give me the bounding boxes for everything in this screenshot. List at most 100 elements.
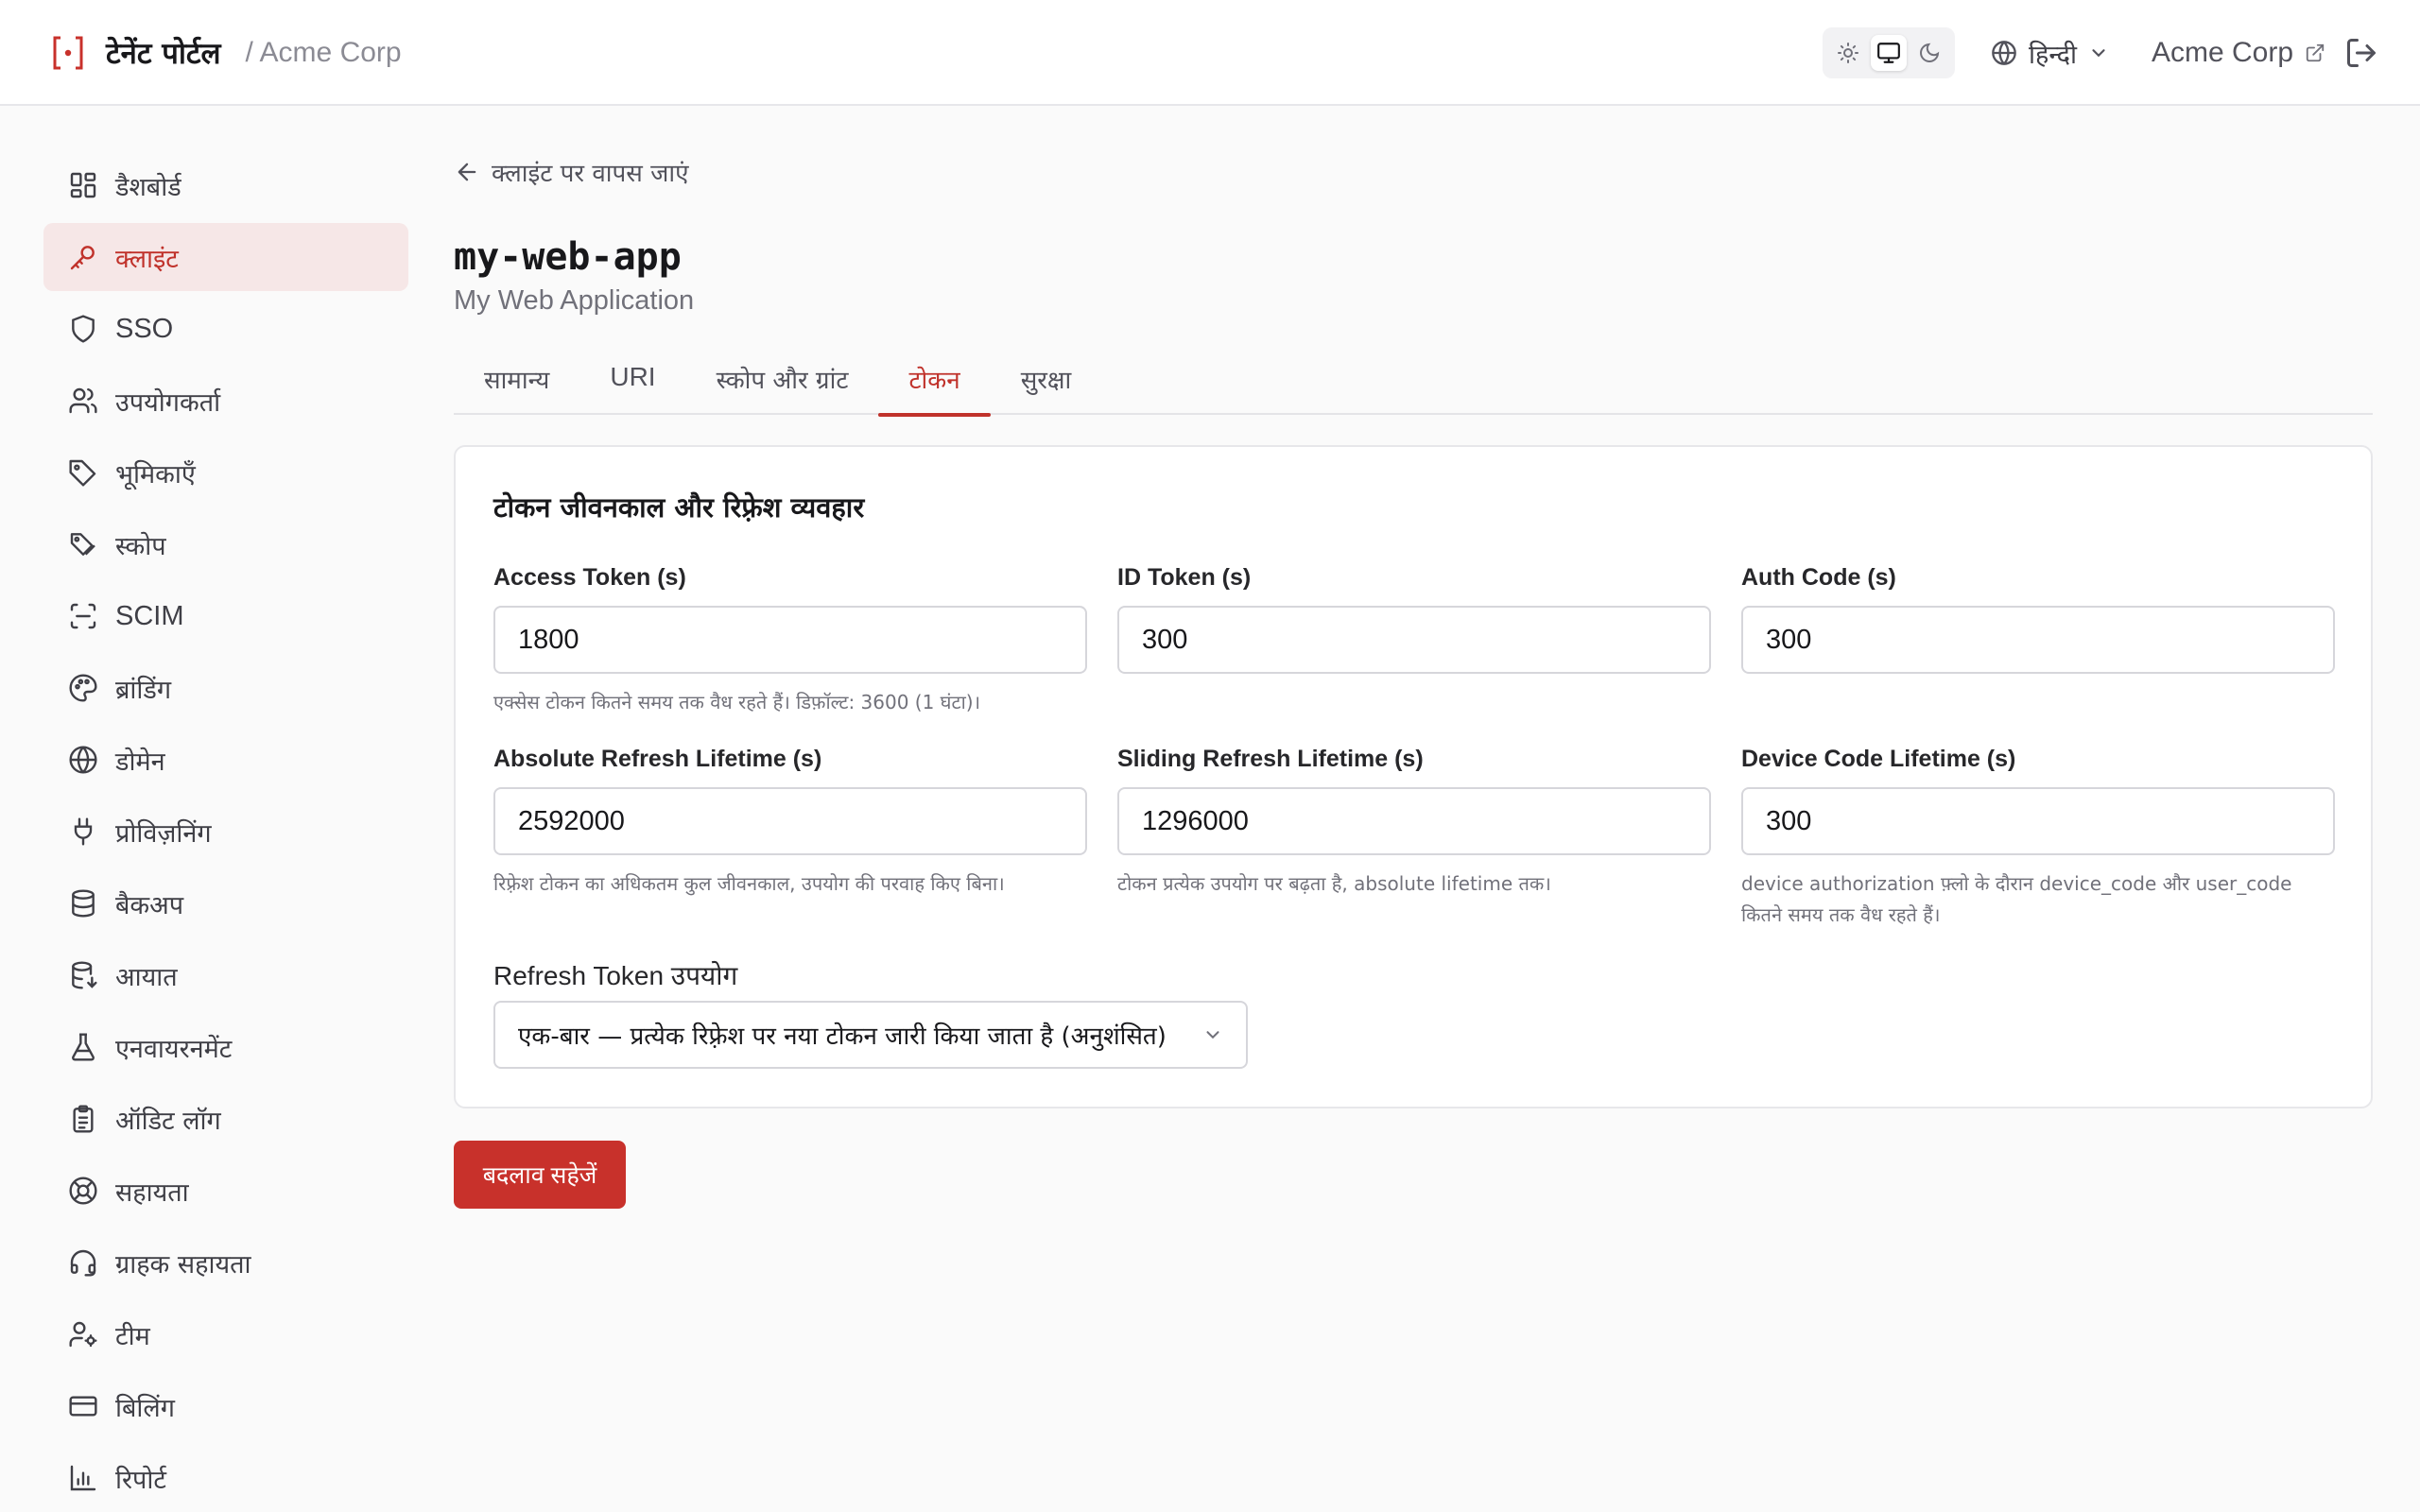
top-bar: टेनेंट पोर्टल / Acme Corp हिन्दी Acme Co… (0, 0, 2420, 106)
sliding-refresh-input[interactable] (1117, 787, 1711, 855)
save-button[interactable]: बदलाव सहेजें (454, 1141, 626, 1209)
sidebar-item-sso[interactable]: SSO (43, 295, 408, 363)
sidebar-item-environment[interactable]: एनवायरनमेंट (43, 1013, 408, 1081)
theme-switcher (1823, 27, 1955, 78)
brand-title: टेनेंट पोर्टल (106, 37, 221, 71)
credit-card-icon (69, 1396, 97, 1417)
auth-code-input[interactable] (1741, 606, 2335, 674)
theme-dark-button[interactable] (1911, 35, 1947, 71)
tag-icon (69, 459, 96, 487)
sidebar-item-label: उपयोगकर्ता (115, 387, 221, 418)
logout-icon[interactable] (2344, 36, 2378, 70)
sidebar-item-dashboard[interactable]: डैशबोर्ड (43, 151, 408, 219)
id-token-field-group: ID Token (s) (1117, 564, 1711, 674)
device-code-field-group: Device Code Lifetime (s) device authoriz… (1741, 746, 2335, 931)
field-label: Auth Code (s) (1741, 564, 1896, 591)
tab-bar: सामान्य URI स्कोप और ग्रांट टोकन सुरक्षा (454, 356, 2373, 417)
sidebar-item-label: स्कोप (115, 531, 166, 561)
sidebar-item-label: सहायता (115, 1177, 189, 1208)
sidebar-item-label: रिपोर्ट (115, 1465, 166, 1495)
theme-light-button[interactable] (1830, 35, 1866, 71)
sidebar-item-team[interactable]: टीम (43, 1300, 408, 1368)
clipboard-icon (73, 1105, 94, 1133)
palette-icon (69, 674, 97, 702)
tags-icon (70, 533, 95, 556)
sidebar-item-roles[interactable]: भूमिकाएँ (43, 438, 408, 507)
sidebar-item-audit-log[interactable]: ऑडिट लॉग (43, 1085, 408, 1153)
access-token-input[interactable] (493, 606, 1087, 674)
dashboard-icon (70, 172, 96, 198)
back-link[interactable]: क्लाइंट पर वापस जाएं (454, 151, 2373, 193)
field-help: टोकन प्रत्येक उपयोग पर बढ़ता है, absolut… (1117, 872, 1551, 895)
chevron-down-icon (2092, 49, 2105, 58)
brand[interactable]: टेनेंट पोर्टल / Acme Corp (51, 28, 402, 77)
main-content: क्लाइंट पर वापस जाएं my-web-app My Web A… (454, 151, 2373, 1209)
access-token-field-group: Access Token (s) एक्सेस टोकन कितने समय त… (493, 564, 1087, 718)
sidebar-item-scopes[interactable]: स्कोप (43, 510, 408, 578)
field-label: Absolute Refresh Lifetime (s) (493, 746, 822, 772)
sidebar-item-label: बिलिंग (115, 1393, 175, 1423)
tab-security[interactable]: सुरक्षा (991, 356, 1102, 415)
brand-logo-icon (53, 36, 83, 70)
sidebar-item-label: एनवायरनमेंट (115, 1034, 233, 1064)
field-label: Access Token (s) (493, 564, 686, 591)
globe-icon (69, 746, 97, 774)
sidebar-item-scim[interactable]: SCIM (43, 582, 408, 650)
sidebar-item-billing[interactable]: बिलिंग (43, 1372, 408, 1440)
device-code-input[interactable] (1741, 787, 2335, 855)
scan-icon (70, 603, 96, 629)
field-help: device authorization फ़्लो के दौरान devi… (1741, 872, 2292, 926)
sidebar-item-label: ग्राहक सहायता (115, 1249, 251, 1280)
sidebar-item-import[interactable]: आयात (43, 941, 408, 1009)
absolute-refresh-input[interactable] (493, 787, 1087, 855)
tab-tokens[interactable]: टोकन (878, 356, 991, 417)
refresh-usage-value: एक-बार — प्रत्येक रिफ़्रेश पर नया टोकन ज… (518, 1022, 1167, 1051)
bar-chart-icon (70, 1465, 96, 1491)
user-cog-icon (69, 1321, 97, 1348)
sliding-refresh-field-group: Sliding Refresh Lifetime (s) टोकन प्रत्य… (1117, 746, 1711, 900)
org-link[interactable]: Acme Corp (2152, 28, 2325, 77)
sidebar-item-label: आयात (115, 962, 178, 992)
theme-system-button[interactable] (1870, 35, 1907, 71)
sidebar-item-domains[interactable]: डोमेन (43, 726, 408, 794)
sidebar-item-label: डैशबोर्ड (115, 172, 182, 202)
refresh-usage-select[interactable]: एक-बार — प्रत्येक रिफ़्रेश पर नया टोकन ज… (493, 1001, 1248, 1069)
tab-scopes-grants[interactable]: स्कोप और ग्रांट (686, 356, 879, 415)
flask-icon (72, 1033, 95, 1061)
users-icon (69, 387, 97, 414)
sidebar-item-help[interactable]: सहायता (43, 1157, 408, 1225)
sidebar-item-provisioning[interactable]: प्रोविज़निंग (43, 798, 408, 866)
sidebar-item-label: प्रोविज़निंग (115, 818, 212, 849)
breadcrumb-org[interactable]: / Acme Corp (246, 37, 402, 69)
sidebar-item-label: क्लाइंट (115, 244, 179, 274)
refresh-usage-label: Refresh Token उपयोग (493, 961, 738, 990)
page-title: my-web-app (454, 235, 682, 279)
sidebar-item-label: SCIM (115, 600, 184, 631)
monitor-icon (1877, 43, 1900, 63)
headset-icon (70, 1249, 96, 1277)
sidebar-item-label: टीम (115, 1321, 150, 1351)
sidebar-item-label: भूमिकाएँ (115, 459, 196, 490)
sidebar-item-branding[interactable]: ब्रांडिंग (43, 654, 408, 722)
field-help: रिफ़्रेश टोकन का अधिकतम कुल जीवनकाल, उपय… (493, 872, 1005, 895)
page-subtitle: My Web Application (454, 285, 695, 316)
tab-uri[interactable]: URI (579, 356, 685, 415)
sidebar-item-label: बैकअप (115, 890, 184, 920)
field-label: ID Token (s) (1117, 564, 1252, 591)
arrow-left-icon (458, 163, 476, 181)
sidebar-item-clients[interactable]: क्लाइंट (43, 223, 408, 291)
id-token-input[interactable] (1117, 606, 1711, 674)
sidebar-item-reports[interactable]: रिपोर्ट (43, 1444, 408, 1512)
language-label: हिन्दी (2029, 40, 2078, 70)
language-selector[interactable]: हिन्दी (1991, 28, 2109, 77)
database-import-icon (72, 961, 97, 989)
tab-general[interactable]: सामान्य (454, 356, 579, 415)
sun-icon (1838, 43, 1859, 63)
chevron-down-icon (1206, 1031, 1219, 1040)
sidebar-item-label: ऑडिट लॉग (115, 1106, 221, 1136)
sidebar-item-label: SSO (115, 313, 174, 344)
field-help: एक्सेस टोकन कितने समय तक वैध रहते हैं। ड… (493, 691, 981, 713)
sidebar-item-customer-support[interactable]: ग्राहक सहायता (43, 1228, 408, 1297)
sidebar-item-users[interactable]: उपयोगकर्ता (43, 367, 408, 435)
sidebar-item-backup[interactable]: बैकअप (43, 869, 408, 937)
